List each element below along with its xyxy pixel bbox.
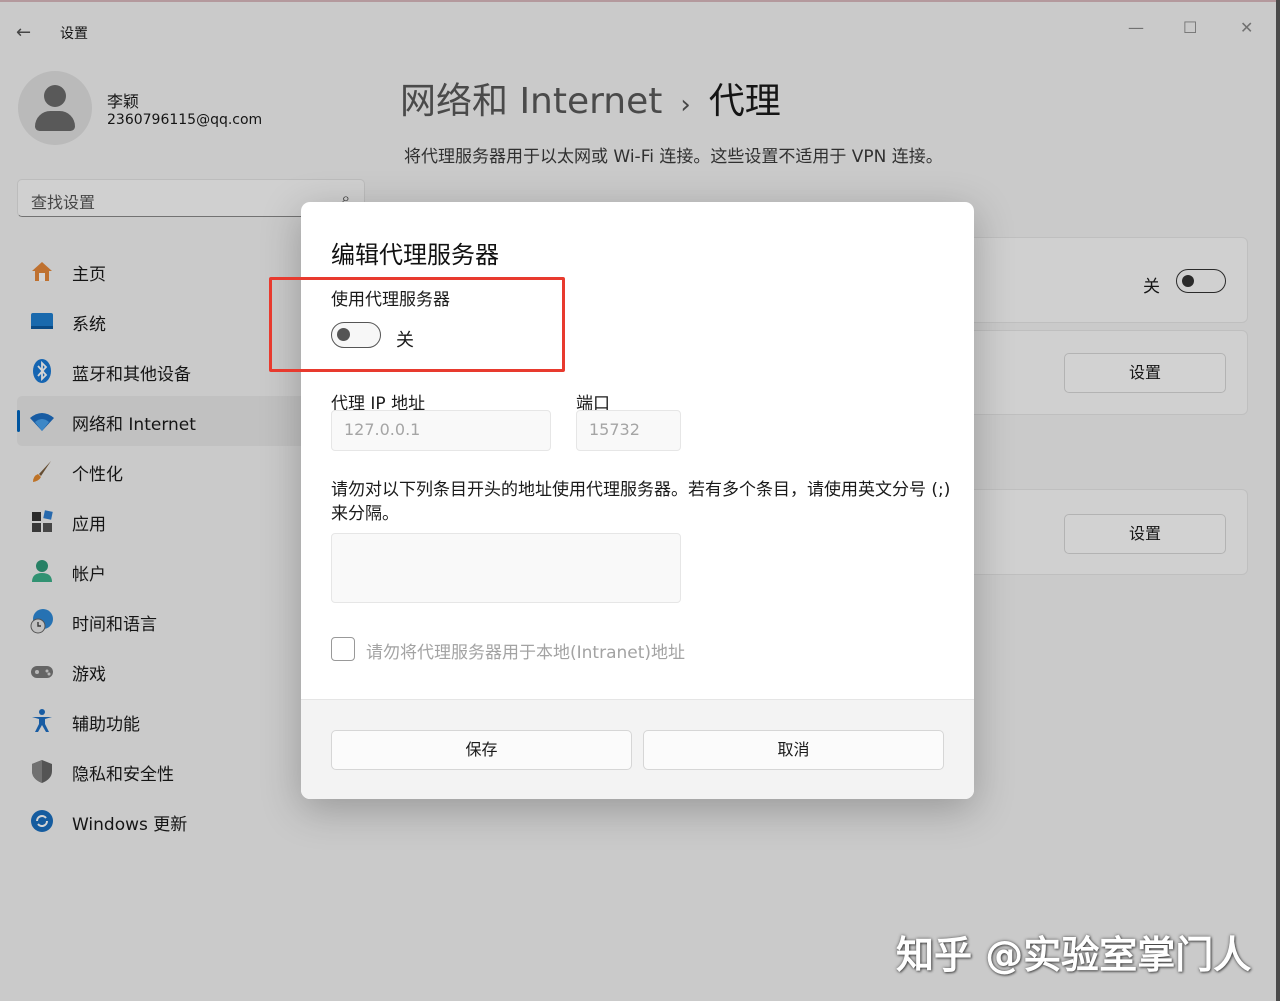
local-address-checkbox[interactable]: [331, 637, 355, 661]
exceptions-label: 请勿对以下列条目开头的地址使用代理服务器。若有多个条目，请使用英文分号 (;) …: [331, 480, 951, 524]
watermark: 知乎 @实验室掌门人: [896, 933, 1252, 977]
local-address-checkbox-label: 请勿将代理服务器用于本地(Intranet)地址: [366, 643, 686, 663]
cancel-button[interactable]: 取消: [643, 730, 944, 770]
exceptions-textarea[interactable]: [331, 533, 681, 603]
port-field[interactable]: 15732: [576, 410, 681, 451]
dialog-footer: 保存 取消: [301, 699, 974, 799]
dialog-title: 编辑代理服务器: [331, 241, 499, 269]
red-annotation-box: [269, 277, 565, 372]
save-button[interactable]: 保存: [331, 730, 632, 770]
proxy-ip-field[interactable]: 127.0.0.1: [331, 410, 551, 451]
screen-edge: [1276, 0, 1280, 1001]
